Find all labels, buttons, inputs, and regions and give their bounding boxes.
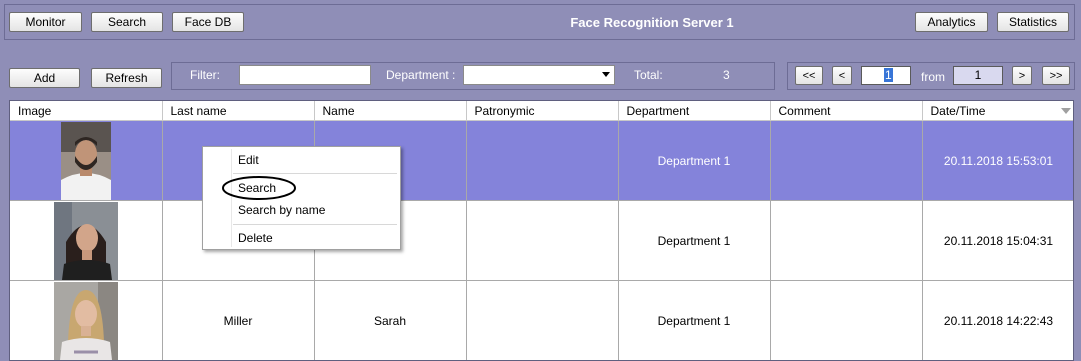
column-header-datetime[interactable]: Date/Time (922, 101, 1073, 121)
menu-item-search-by-name[interactable]: Search by name (238, 203, 325, 217)
filter-label: Filter: (190, 68, 220, 82)
face-photo-3 (53, 281, 118, 360)
table-row[interactable]: Department 1 20.11.2018 15:53:01 (10, 120, 1073, 201)
patronymic-cell (466, 200, 619, 281)
table-row[interactable]: Miller Sarah Department 1 20.11.2018 14:… (10, 280, 1073, 360)
chevron-down-icon (602, 72, 610, 77)
datetime-cell: 20.11.2018 15:53:01 (922, 120, 1073, 201)
refresh-button[interactable]: Refresh (91, 68, 162, 88)
patronymic-cell (466, 280, 619, 360)
table-header: Image Last name Name Patronymic Departme… (10, 101, 1073, 121)
last-name-cell: Miller (162, 280, 315, 360)
department-select[interactable] (463, 65, 615, 85)
prev-page-button[interactable]: < (832, 66, 852, 85)
face-image-cell (10, 120, 163, 201)
faces-table: Image Last name Name Patronymic Departme… (9, 100, 1074, 361)
from-label: from (921, 70, 945, 84)
column-header-image[interactable]: Image (10, 101, 163, 121)
department-cell: Department 1 (618, 120, 771, 201)
comment-cell (770, 200, 923, 281)
next-page-button[interactable]: > (1012, 66, 1032, 85)
page-input[interactable]: 1 (861, 66, 911, 85)
column-header-last-name[interactable]: Last name (162, 101, 315, 121)
analytics-button[interactable]: Analytics (915, 12, 988, 32)
total-label: Total: (634, 68, 663, 82)
page-count-field: 1 (953, 66, 1003, 85)
face-photo-1 (60, 121, 111, 200)
last-page-button[interactable]: >> (1042, 66, 1070, 85)
total-value: 3 (723, 68, 730, 82)
statistics-button[interactable]: Statistics (997, 12, 1069, 32)
face-image-cell (10, 200, 163, 281)
menu-item-delete[interactable]: Delete (238, 231, 273, 245)
column-header-name[interactable]: Name (314, 101, 467, 121)
highlight-circle (222, 176, 296, 200)
menu-separator (233, 224, 397, 225)
comment-cell (770, 280, 923, 360)
sort-desc-icon (1060, 108, 1071, 114)
monitor-button[interactable]: Monitor (9, 12, 82, 32)
comment-cell (770, 120, 923, 201)
column-header-patronymic[interactable]: Patronymic (466, 101, 619, 121)
department-label: Department : (386, 68, 456, 82)
search-tab-button[interactable]: Search (91, 12, 163, 32)
column-header-department[interactable]: Department (618, 101, 771, 121)
add-button[interactable]: Add (9, 68, 80, 88)
name-cell: Sarah (314, 280, 467, 360)
first-page-button[interactable]: << (795, 66, 823, 85)
menu-separator (233, 173, 397, 174)
department-cell: Department 1 (618, 280, 771, 360)
page-input-value: 1 (884, 68, 893, 82)
face-db-button[interactable]: Face DB (172, 12, 244, 32)
table-row[interactable]: Department 1 20.11.2018 15:04:31 (10, 200, 1073, 281)
face-photo-2 (53, 201, 118, 280)
patronymic-cell (466, 120, 619, 201)
app-title: Face Recognition Server 1 (570, 15, 734, 30)
department-cell: Department 1 (618, 200, 771, 281)
datetime-cell: 20.11.2018 15:04:31 (922, 200, 1073, 281)
column-header-datetime-label: Date/Time (930, 103, 986, 118)
menu-item-edit[interactable]: Edit (238, 153, 259, 167)
context-menu: Edit Search Search by name Delete (202, 146, 401, 250)
face-image-cell (10, 280, 163, 360)
column-header-comment[interactable]: Comment (770, 101, 923, 121)
filter-input[interactable] (239, 65, 371, 85)
datetime-cell: 20.11.2018 14:22:43 (922, 280, 1073, 360)
